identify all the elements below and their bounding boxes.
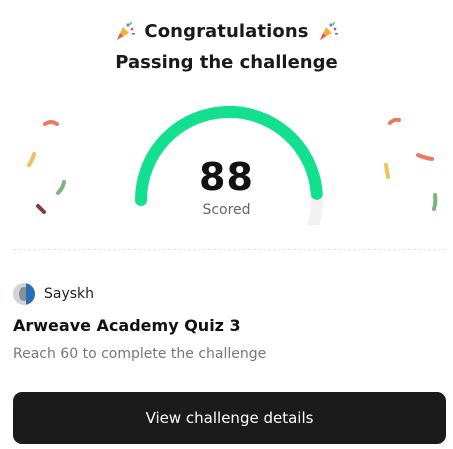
author-name: Sayskh <box>44 286 95 302</box>
score-label: Scored <box>202 202 251 218</box>
score-gauge: 88 Scored <box>0 95 453 225</box>
challenge-title: Arweave Academy Quiz 3 <box>13 316 241 335</box>
divider <box>13 249 446 250</box>
page-title: Congratulations <box>144 20 309 42</box>
challenge-description: Reach 60 to complete the challenge <box>13 346 267 362</box>
avatar <box>13 283 35 305</box>
party-popper-icon <box>319 21 338 40</box>
score-value: 88 <box>199 155 254 199</box>
view-challenge-details-button[interactable]: View challenge details <box>13 392 446 444</box>
author-row: Sayskh <box>13 283 94 305</box>
title-row: Congratulations <box>0 20 453 42</box>
page-subtitle: Passing the challenge <box>115 52 338 73</box>
party-popper-icon <box>117 21 136 40</box>
